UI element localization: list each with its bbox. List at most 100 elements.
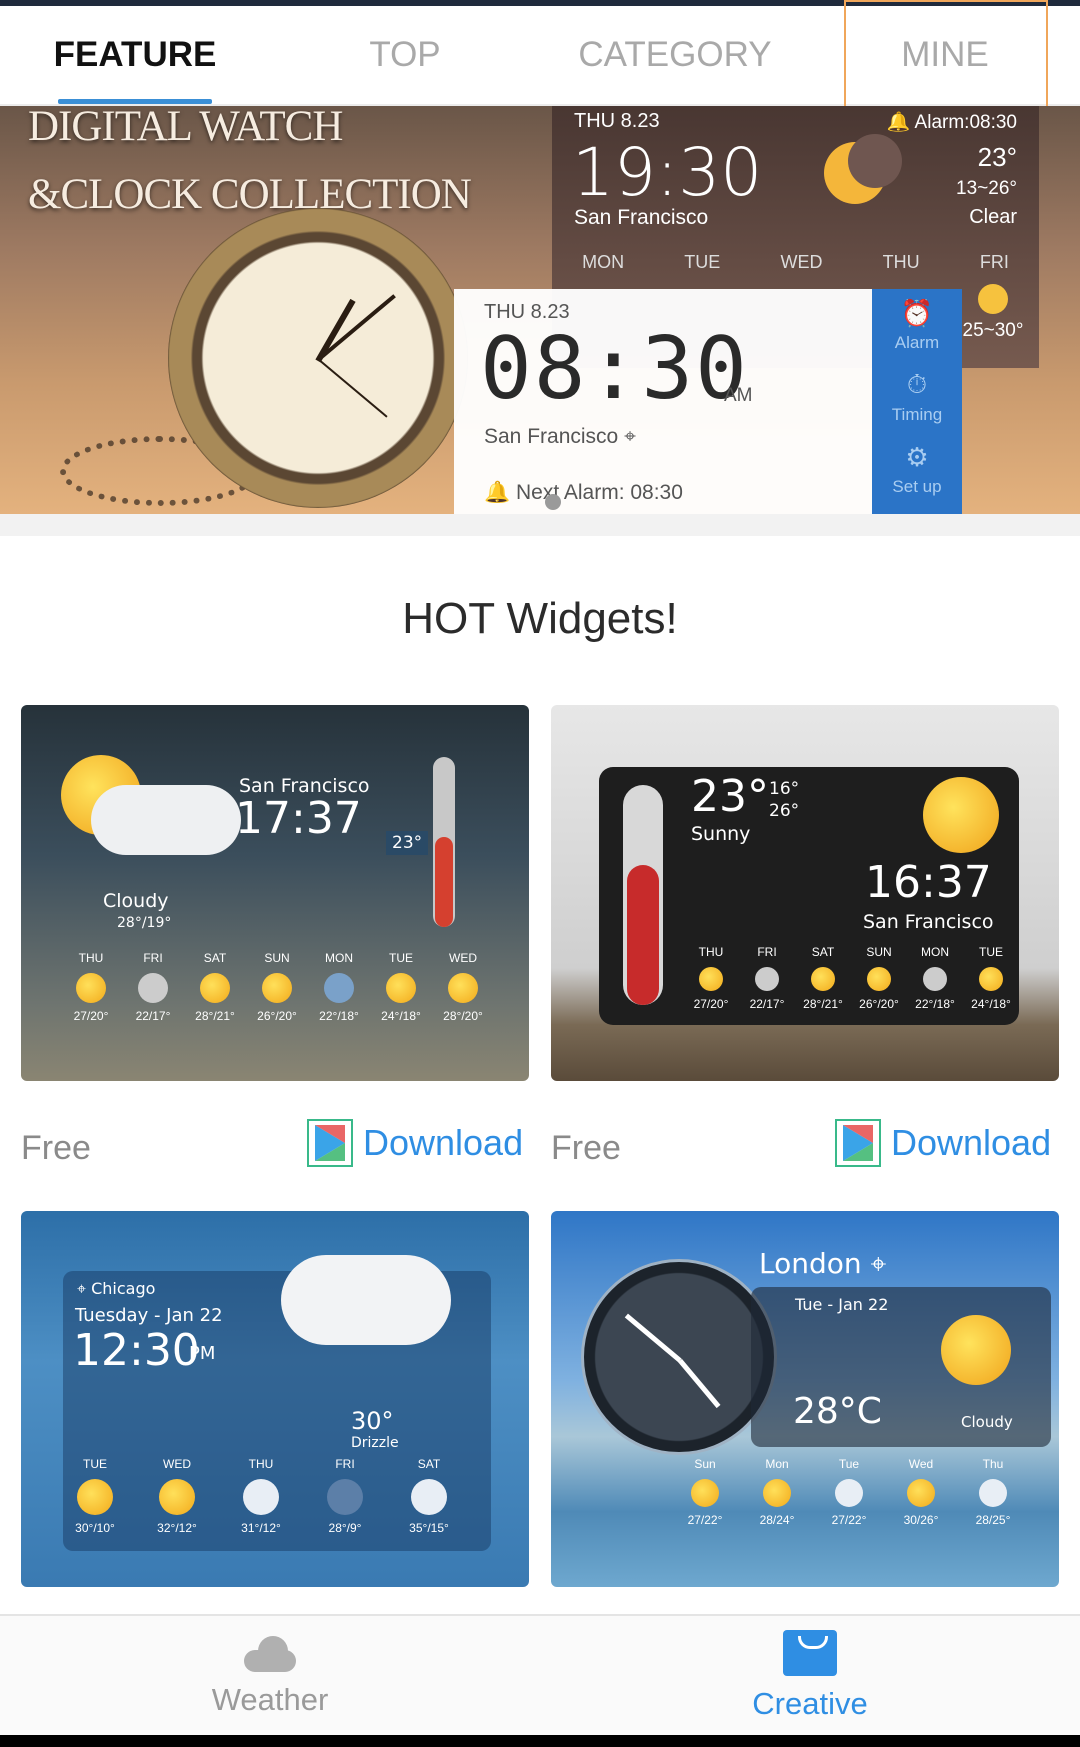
side-setup-label: Set up (892, 476, 942, 496)
card1-temp: 23° (977, 142, 1017, 172)
card1-alarm-text: Alarm:08:30 (914, 112, 1017, 133)
sun-icon (923, 777, 999, 853)
card1-city: San Francisco (574, 206, 709, 229)
w2-condition: Sunny (691, 823, 751, 845)
w1-download-button[interactable]: Download (307, 1119, 523, 1167)
sun-cloud-icon (978, 284, 1008, 314)
w2-day: SUN (866, 945, 892, 959)
w2-download-label: Download (891, 1122, 1052, 1163)
w1-day: TUE (389, 951, 413, 965)
w1-day: THU (78, 951, 104, 965)
pocket-watch-image (168, 208, 468, 508)
sun-cloud-icon (941, 1315, 1011, 1385)
w1-temp-day: 26°/20° (257, 1009, 297, 1023)
widget-thumbnail[interactable]: Cloudy 28°/19° San Francisco 17:37 23° T… (21, 705, 529, 1081)
tab-top[interactable]: TOP (270, 6, 540, 104)
cloud-icon (240, 1634, 300, 1672)
nav-weather[interactable]: Weather (0, 1616, 540, 1735)
analog-clock-icon (581, 1259, 777, 1455)
w3-day: FRI (335, 1457, 355, 1471)
card1-condition: Clear (969, 206, 1017, 228)
card1-day: MON (582, 252, 625, 272)
card1-fri-forecast: 25~30° (953, 284, 1033, 342)
card1-day: TUE (684, 252, 721, 272)
card1-day: THU (882, 252, 920, 272)
side-timing: ⏱ Timing (872, 361, 962, 433)
card2-city: San Francisco ⌖ (484, 425, 636, 449)
w4-temp-day: 30/26° (903, 1513, 939, 1527)
card1-range: 13~26° (956, 178, 1017, 199)
w3-date: Tuesday - Jan 22 (75, 1305, 223, 1326)
moon-icon (824, 134, 902, 204)
w1-day: FRI (143, 951, 163, 965)
w4-condition: Cloudy (961, 1413, 1013, 1431)
w2-temp-day: 22/17° (749, 997, 785, 1011)
widget-side-panel: ⏰ Alarm ⏱ Timing ⚙ Set up (872, 289, 962, 514)
cloud-icon (91, 785, 241, 855)
w3-temp-day: 28°/9° (328, 1521, 362, 1535)
tab-category[interactable]: CATEGORY (540, 6, 810, 104)
nav-weather-label: Weather (211, 1681, 329, 1717)
widget-thumbnail[interactable]: London ⌖ Tue - Jan 22 28°C Cloudy Sun 27/… (551, 1211, 1059, 1587)
card1-day: WED (780, 252, 823, 272)
app-root: FEATURE TOP CATEGORY MINE DIGITAL WATCH … (0, 0, 1080, 1747)
w1-day: SAT (203, 951, 227, 965)
card2-next-alarm-text: Next Alarm: 08:30 (516, 481, 683, 504)
widget-thumbnail[interactable]: ⌖ Chicago Tuesday - Jan 22 12:30 PM 30° … (21, 1211, 529, 1587)
w4-city-text: London (759, 1247, 862, 1280)
w3-temp: 30° (351, 1407, 394, 1435)
card1-time: 19:30 (572, 134, 763, 211)
w2-day: MON (921, 945, 949, 959)
card1-alarm: 🔔 Alarm:08:30 (886, 112, 1017, 133)
side-setup: ⚙ Set up (872, 433, 962, 505)
w2-hi: 16° (769, 779, 800, 799)
banner-title-line2: &CLOCK COLLECTION (28, 171, 472, 218)
w1-temp-day: 28°/20° (443, 1009, 483, 1023)
w1-temp-day: 27/20° (73, 1009, 109, 1023)
w1-price: Free (21, 1129, 91, 1167)
carousel-indicator-dot[interactable] (545, 494, 561, 510)
alarm-widget-preview-light: THU 8.23 08:30 AM San Francisco ⌖ 🔔 Next… (454, 289, 872, 514)
w4-day: Tue (838, 1457, 860, 1471)
w3-temp-day: 30°/10° (75, 1521, 115, 1535)
bell-icon: 🔔 (484, 481, 511, 504)
w2-temp-day: 26°/20° (859, 997, 899, 1011)
w1-day: SUN (264, 951, 290, 965)
w2-day: FRI (757, 945, 777, 959)
w2-lo: 26° (769, 801, 800, 821)
location-pin-icon: ⌖ (870, 1247, 887, 1280)
w3-day: THU (248, 1457, 274, 1471)
w2-temp-day: 27/20° (693, 997, 729, 1011)
top-tabs: FEATURE TOP CATEGORY MINE (0, 6, 1080, 106)
card1-date: THU 8.23 (574, 110, 660, 132)
location-pin-icon: ⌖ (77, 1279, 87, 1298)
w4-temp-day: 27/22° (831, 1513, 867, 1527)
w1-time: 17:37 (235, 793, 362, 844)
location-pin-icon: ⌖ (624, 425, 636, 448)
w1-range: 28°/19° (117, 915, 172, 931)
banner-title-line1: DIGITAL WATCH (28, 106, 343, 150)
w2-temp-day: 24°/18° (971, 997, 1011, 1011)
feature-banner[interactable]: DIGITAL WATCH &CLOCK COLLECTION THU 8.23… (0, 106, 1080, 514)
card2-ampm: AM (724, 385, 753, 406)
thermometer-icon (623, 785, 663, 1005)
w3-temp-day: 35°/15° (409, 1521, 449, 1535)
tab-mine[interactable]: MINE (810, 6, 1080, 104)
w2-day: SAT (811, 945, 835, 959)
alarm-clock-icon: ⏰ (900, 297, 934, 328)
shopping-bag-icon (783, 1629, 837, 1676)
w2-download-button[interactable]: Download (835, 1119, 1051, 1167)
w3-condition: Drizzle (351, 1435, 399, 1451)
widget-thumbnail[interactable]: 23° 16° 26° Sunny 16:37 San Francisco TH… (551, 705, 1059, 1081)
tab-feature[interactable]: FEATURE (0, 6, 270, 104)
w1-temp-day: 22/17° (135, 1009, 171, 1023)
card1-fri-range: 25~30° (962, 320, 1024, 341)
w3-city: ⌖ Chicago (77, 1279, 155, 1299)
w4-city: London ⌖ (759, 1247, 886, 1281)
side-timing-label: Timing (891, 405, 943, 424)
play-store-icon (835, 1119, 881, 1167)
w1-day: WED (449, 951, 477, 965)
nav-creative[interactable]: Creative (540, 1616, 1080, 1735)
stopwatch-icon: ⏱ (906, 369, 928, 399)
w2-day: THU (698, 945, 724, 959)
